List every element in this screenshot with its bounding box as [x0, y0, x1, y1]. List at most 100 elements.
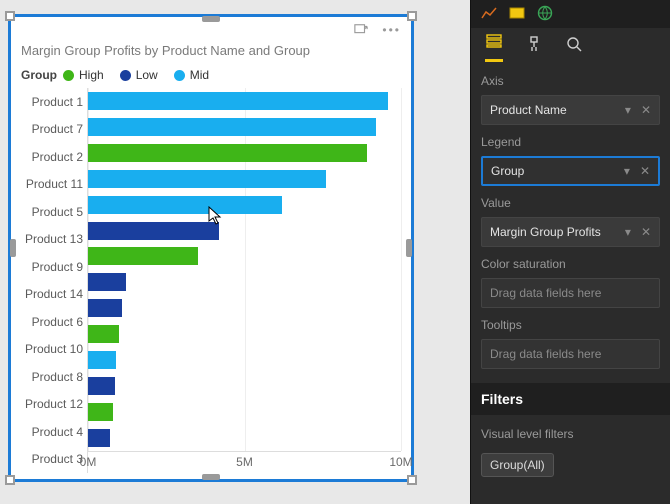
bar-row[interactable]	[88, 425, 401, 451]
dropzone-placeholder: Drag data fields here	[490, 286, 601, 300]
tooltips-section-label: Tooltips	[481, 318, 660, 332]
format-tab[interactable]	[525, 35, 543, 62]
chart-title: Margin Group Profits by Product Name and…	[21, 43, 401, 58]
bar-row[interactable]	[88, 373, 401, 399]
globe-map-icon[interactable]	[537, 5, 553, 24]
legend-section-label: Legend	[481, 135, 660, 149]
bar-row[interactable]	[88, 244, 401, 270]
card-visual-icon[interactable]	[509, 6, 525, 23]
bar-row[interactable]	[88, 347, 401, 373]
filter-chip-group[interactable]: Group(All)	[481, 453, 554, 477]
color-sat-section-label: Color saturation	[481, 257, 660, 271]
focus-mode-icon[interactable]	[354, 23, 368, 39]
tooltips-dropzone[interactable]: Drag data fields here	[481, 339, 660, 369]
remove-field-icon[interactable]: ✕	[640, 164, 650, 178]
fields-tab[interactable]	[485, 32, 503, 62]
legend-label: Low	[136, 68, 158, 82]
bar-row[interactable]	[88, 399, 401, 425]
plot-area: Product 1Product 7Product 2Product 11Pro…	[21, 88, 401, 473]
bar[interactable]	[88, 325, 119, 343]
legend-label: High	[79, 68, 104, 82]
legend-item-mid[interactable]: Mid	[174, 68, 209, 82]
y-axis-label: Product 14	[21, 281, 87, 309]
legend-item-high[interactable]: High	[63, 68, 104, 82]
value-field-well[interactable]: Margin Group Profits ▾ ✕	[481, 217, 660, 247]
axis-field-well[interactable]: Product Name ▾ ✕	[481, 95, 660, 125]
more-options-icon[interactable]: •••	[382, 23, 401, 39]
report-canvas[interactable]: ••• Margin Group Profits by Product Name…	[0, 0, 470, 504]
resize-handle-top[interactable]	[202, 16, 220, 22]
bar[interactable]	[88, 118, 376, 136]
resize-handle-left[interactable]	[10, 239, 16, 257]
bar[interactable]	[88, 403, 113, 421]
x-tick: 0M	[80, 455, 97, 469]
chevron-down-icon[interactable]: ▾	[625, 103, 631, 117]
bar-row[interactable]	[88, 88, 401, 114]
y-axis-label: Product 7	[21, 116, 87, 144]
legend-swatch	[120, 70, 131, 81]
chevron-down-icon[interactable]: ▾	[624, 164, 630, 178]
line-chart-icon[interactable]	[481, 6, 497, 23]
value-field-value: Margin Group Profits	[490, 225, 601, 239]
bar[interactable]	[88, 429, 110, 447]
remove-field-icon[interactable]: ✕	[641, 225, 651, 239]
resize-handle-bottom[interactable]	[202, 474, 220, 480]
legend-title: Group	[21, 68, 57, 82]
y-axis-label: Product 12	[21, 391, 87, 419]
y-axis-label: Product 3	[21, 446, 87, 474]
value-section-label: Value	[481, 196, 660, 210]
visualizations-pane: Axis Product Name ▾ ✕ Legend Group ▾ ✕ V…	[470, 0, 670, 504]
y-axis-label: Product 13	[21, 226, 87, 254]
x-axis: 0M 5M 10M	[88, 451, 401, 473]
visual-level-filters-label: Visual level filters	[481, 427, 660, 441]
axis-section-label: Axis	[481, 74, 660, 88]
bar-row[interactable]	[88, 321, 401, 347]
axis-field-value: Product Name	[490, 103, 567, 117]
y-axis-label: Product 2	[21, 143, 87, 171]
legend-swatch	[174, 70, 185, 81]
bar-row[interactable]	[88, 140, 401, 166]
bar[interactable]	[88, 170, 326, 188]
bar[interactable]	[88, 222, 219, 240]
bar-row[interactable]	[88, 166, 401, 192]
y-axis-label: Product 8	[21, 363, 87, 391]
filter-chip-label: Group(All)	[490, 458, 545, 472]
bar[interactable]	[88, 144, 367, 162]
chevron-down-icon[interactable]: ▾	[625, 225, 631, 239]
x-tick: 5M	[236, 455, 253, 469]
resize-handle-right[interactable]	[406, 239, 412, 257]
y-axis-label: Product 5	[21, 198, 87, 226]
bar[interactable]	[88, 299, 122, 317]
remove-field-icon[interactable]: ✕	[641, 103, 651, 117]
bar-row[interactable]	[88, 114, 401, 140]
resize-handle-tr[interactable]	[407, 11, 417, 21]
bar[interactable]	[88, 247, 198, 265]
y-axis-label: Product 11	[21, 171, 87, 199]
dropzone-placeholder: Drag data fields here	[490, 347, 601, 361]
y-axis-label: Product 6	[21, 308, 87, 336]
y-axis-labels: Product 1Product 7Product 2Product 11Pro…	[21, 88, 87, 473]
bar-row[interactable]	[88, 269, 401, 295]
bar[interactable]	[88, 196, 282, 214]
legend-label: Mid	[190, 68, 209, 82]
pane-tabs	[471, 28, 670, 62]
resize-handle-tl[interactable]	[5, 11, 15, 21]
bar[interactable]	[88, 377, 115, 395]
bar[interactable]	[88, 351, 116, 369]
bar[interactable]	[88, 92, 388, 110]
resize-handle-br[interactable]	[407, 475, 417, 485]
y-axis-label: Product 1	[21, 88, 87, 116]
bar-row[interactable]	[88, 218, 401, 244]
legend-item-low[interactable]: Low	[120, 68, 158, 82]
legend-field-value: Group	[491, 164, 524, 178]
bar-row[interactable]	[88, 192, 401, 218]
color-sat-dropzone[interactable]: Drag data fields here	[481, 278, 660, 308]
legend-field-well[interactable]: Group ▾ ✕	[481, 156, 660, 186]
legend-swatch	[63, 70, 74, 81]
chart-visual[interactable]: ••• Margin Group Profits by Product Name…	[8, 14, 414, 482]
resize-handle-bl[interactable]	[5, 475, 15, 485]
analytics-tab[interactable]	[565, 35, 583, 62]
bar-row[interactable]	[88, 295, 401, 321]
bar[interactable]	[88, 273, 126, 291]
bars-container	[88, 88, 401, 451]
